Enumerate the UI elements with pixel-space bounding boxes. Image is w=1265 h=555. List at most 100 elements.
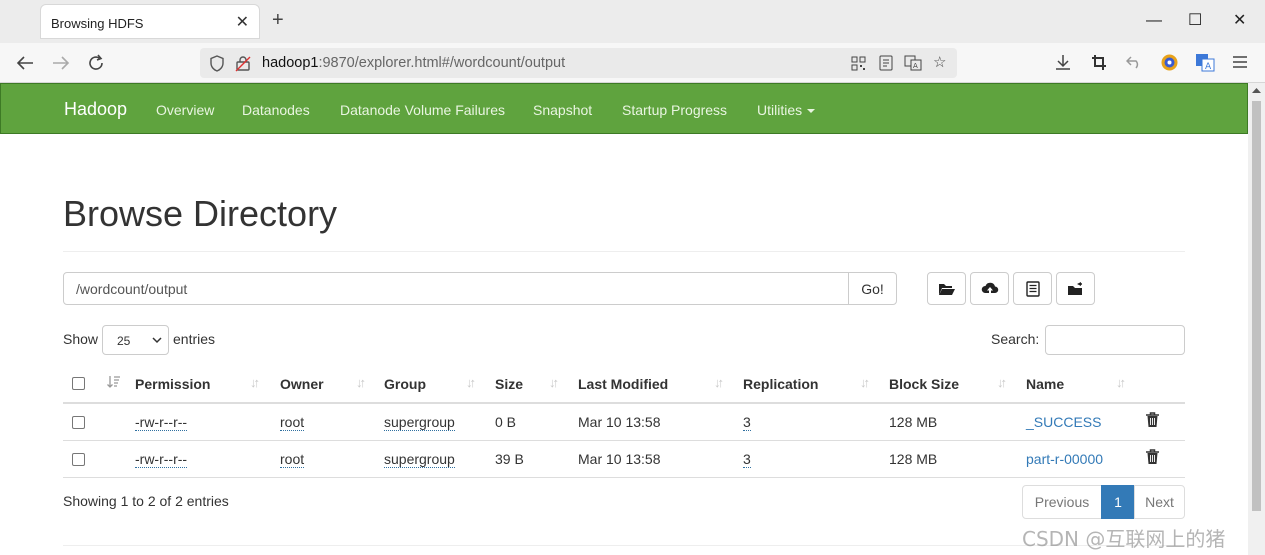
entries-per-page-select[interactable]: 25: [102, 325, 169, 355]
nav-utilities-dropdown[interactable]: Utilities: [757, 102, 816, 118]
download-icon[interactable]: [1055, 54, 1071, 71]
sort-icon[interactable]: ↓↑: [250, 375, 260, 390]
replication-cell[interactable]: 3: [743, 414, 751, 431]
row-checkbox[interactable]: [72, 416, 85, 429]
file-name-link[interactable]: part-r-00000: [1026, 451, 1103, 467]
pagination-next[interactable]: Next: [1134, 485, 1185, 519]
sort-icon[interactable]: ↓↑: [1116, 375, 1126, 390]
folder-open-icon: [938, 283, 955, 295]
delete-trash-icon[interactable]: [1146, 449, 1159, 464]
browser-tab[interactable]: Browsing HDFS ✕: [40, 4, 260, 39]
permission-cell[interactable]: -rw-r--r--: [135, 451, 188, 468]
svg-text:A: A: [913, 62, 918, 70]
chevron-down-icon: [152, 337, 162, 344]
sort-icon[interactable]: ↓↑: [997, 375, 1007, 390]
vertical-scrollbar[interactable]: [1248, 83, 1265, 555]
file-name-link[interactable]: _SUCCESS: [1026, 414, 1101, 430]
brand-logo[interactable]: Hadoop: [64, 99, 127, 120]
column-block-size[interactable]: Block Size: [889, 376, 959, 392]
entries-value: 25: [117, 334, 131, 348]
caret-down-icon: [807, 109, 816, 114]
bookmark-star-icon[interactable]: ☆: [933, 54, 946, 72]
translate-extension-icon[interactable]: A: [1195, 53, 1215, 72]
column-owner[interactable]: Owner: [280, 376, 324, 392]
owner-cell[interactable]: root: [280, 414, 305, 431]
browser-extension-icon[interactable]: [1160, 53, 1179, 72]
insecure-lock-icon[interactable]: [235, 55, 251, 72]
nav-overview[interactable]: Overview: [156, 102, 214, 118]
translate-icon[interactable]: A: [904, 55, 922, 71]
browser-toolbar: hadoop1:9870/explorer.html#/wordcount/ou…: [0, 43, 1265, 83]
hamburger-menu-icon[interactable]: [1233, 56, 1247, 68]
sort-icon[interactable]: ↓↑: [714, 375, 724, 390]
owner-cell[interactable]: root: [280, 451, 305, 468]
select-all-checkbox[interactable]: [72, 377, 85, 390]
forward-arrow-icon[interactable]: [52, 55, 70, 71]
group-cell[interactable]: supergroup: [384, 414, 455, 431]
divider: [63, 251, 1185, 252]
pagination-previous[interactable]: Previous: [1022, 485, 1102, 519]
reader-view-icon[interactable]: [879, 55, 893, 71]
scroll-up-arrow-icon[interactable]: [1252, 87, 1261, 94]
go-button[interactable]: Go!: [848, 272, 897, 305]
size-cell: 0 B: [495, 414, 517, 430]
cut-paste-button[interactable]: [1013, 272, 1052, 305]
column-last-modified[interactable]: Last Modified: [578, 376, 668, 392]
close-window-button[interactable]: ✕: [1233, 11, 1246, 31]
sort-icon[interactable]: ↓↑: [549, 375, 559, 390]
pagination-page-1[interactable]: 1: [1101, 485, 1135, 519]
page-viewport: Hadoop Overview Datanodes Datanode Volum…: [0, 83, 1248, 555]
crop-screenshot-icon[interactable]: [1091, 54, 1107, 71]
column-permission[interactable]: Permission: [135, 376, 210, 392]
sort-order-icon[interactable]: [107, 375, 121, 389]
page-title: Browse Directory: [63, 193, 338, 234]
minimize-window-button[interactable]: —: [1146, 11, 1162, 31]
open-in-new-button[interactable]: [1056, 272, 1095, 305]
nav-datanodes[interactable]: Datanodes: [242, 102, 310, 118]
undo-icon[interactable]: [1126, 55, 1142, 69]
sort-icon[interactable]: ↓↑: [466, 375, 476, 390]
nav-startup-progress[interactable]: Startup Progress: [622, 102, 727, 118]
watermark: CSDN @互联网上的猪: [1022, 527, 1226, 551]
create-directory-button[interactable]: [927, 272, 966, 305]
entries-label: entries: [173, 331, 216, 347]
maximize-window-button[interactable]: ☐: [1188, 11, 1202, 31]
sort-icon[interactable]: ↓↑: [356, 375, 366, 390]
permission-cell[interactable]: -rw-r--r--: [135, 414, 188, 431]
close-tab-icon[interactable]: ✕: [236, 12, 249, 32]
nav-utilities-label: Utilities: [757, 102, 803, 118]
nav-snapshot[interactable]: Snapshot: [533, 102, 592, 118]
nav-datanode-volume-failures[interactable]: Datanode Volume Failures: [340, 102, 505, 118]
directory-path-input[interactable]: [63, 272, 849, 305]
shield-icon[interactable]: [209, 55, 225, 72]
reload-icon[interactable]: [87, 54, 105, 72]
size-cell: 39 B: [495, 451, 524, 467]
column-replication[interactable]: Replication: [743, 376, 818, 392]
cloud-upload-icon: [981, 282, 998, 295]
column-group[interactable]: Group: [384, 376, 426, 392]
row-divider: [63, 440, 1185, 441]
qr-code-icon[interactable]: [851, 56, 866, 71]
search-label: Search:: [991, 331, 1040, 347]
tab-strip: Browsing HDFS ✕ + — ☐ ✕: [0, 0, 1265, 43]
sort-icon[interactable]: ↓↑: [860, 375, 870, 390]
row-checkbox[interactable]: [72, 453, 85, 466]
column-size[interactable]: Size: [495, 376, 523, 392]
delete-trash-icon[interactable]: [1146, 412, 1159, 427]
hadoop-navbar: Hadoop Overview Datanodes Datanode Volum…: [0, 83, 1248, 134]
scrollbar-thumb[interactable]: [1252, 101, 1261, 511]
new-tab-button[interactable]: +: [272, 10, 284, 30]
address-bar[interactable]: hadoop1:9870/explorer.html#/wordcount/ou…: [200, 48, 957, 78]
block-size-cell: 128 MB: [889, 451, 938, 467]
folder-share-icon: [1067, 281, 1082, 295]
show-label: Show: [63, 331, 99, 347]
url-text[interactable]: hadoop1:9870/explorer.html#/wordcount/ou…: [262, 55, 565, 71]
group-cell[interactable]: supergroup: [384, 451, 455, 468]
upload-files-button[interactable]: [970, 272, 1009, 305]
column-name[interactable]: Name: [1026, 376, 1064, 392]
modified-cell: Mar 10 13:58: [578, 451, 661, 467]
back-arrow-icon[interactable]: [16, 55, 34, 71]
search-input[interactable]: [1045, 325, 1185, 355]
replication-cell[interactable]: 3: [743, 451, 751, 468]
block-size-cell: 128 MB: [889, 414, 938, 430]
